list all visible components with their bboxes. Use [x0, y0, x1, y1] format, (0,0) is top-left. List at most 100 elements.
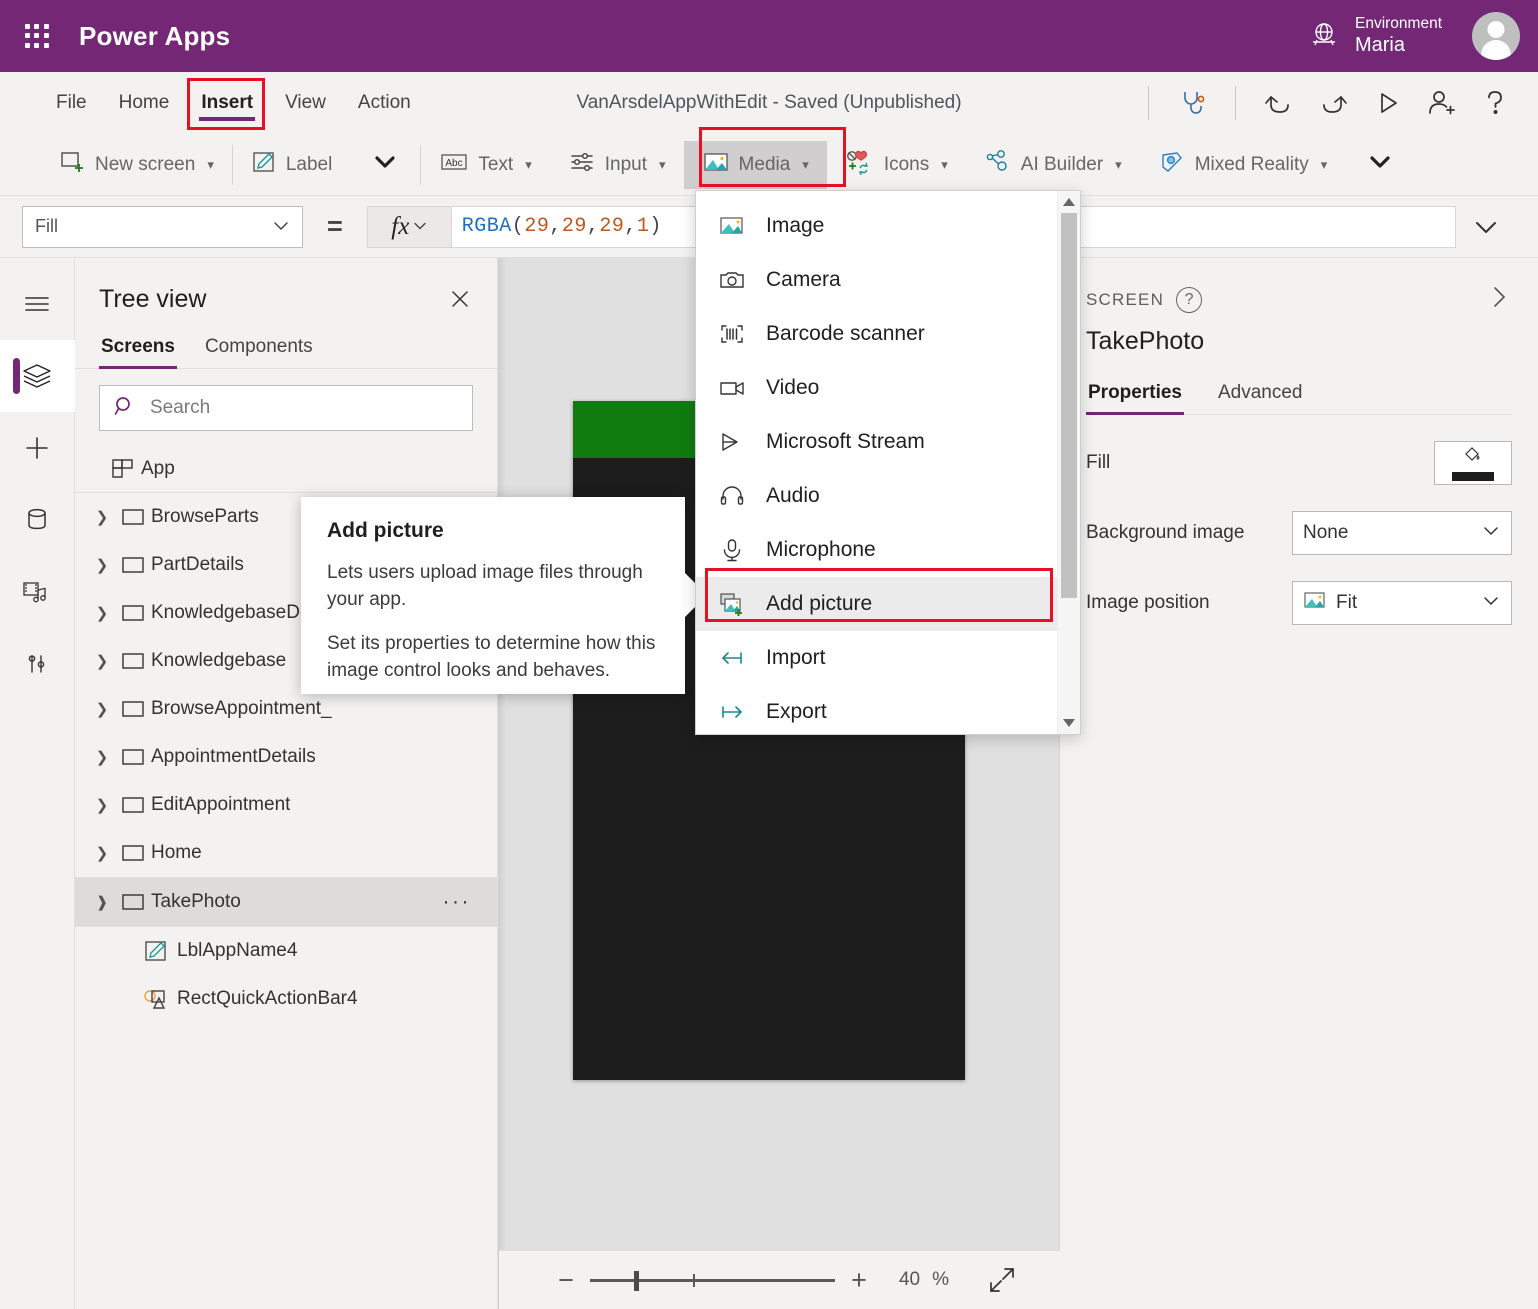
scroll-up-arrow-icon[interactable] — [1058, 191, 1080, 213]
chevron-right-icon[interactable]: ❯ — [89, 748, 115, 766]
chevron-right-icon[interactable]: ❯ — [89, 556, 115, 574]
menu-item-label: Audio — [766, 484, 820, 507]
add-picture-icon — [718, 592, 746, 616]
menu-item-microsoft-stream[interactable]: Microsoft Stream — [696, 415, 1057, 469]
background-image-select[interactable]: None — [1292, 511, 1512, 555]
advanced-tools-icon[interactable] — [0, 628, 75, 700]
user-avatar-icon[interactable] — [1472, 12, 1520, 60]
properties-panel: SCREEN ? TakePhoto Properties Advanced F… — [1060, 258, 1538, 1309]
menu-item-image[interactable]: Image — [696, 199, 1057, 253]
chevron-right-icon[interactable]: ❯ — [89, 844, 115, 862]
menu-tab-action[interactable]: Action — [342, 83, 427, 123]
ribbon-label-more-button[interactable] — [350, 141, 420, 189]
tree-row-appointmentdetails[interactable]: ❯ AppointmentDetails — [75, 733, 497, 781]
ribbon-ai-builder-button[interactable]: AI Builder ▾ — [966, 141, 1140, 189]
waffle-grid-icon[interactable] — [22, 21, 52, 51]
formula-arg-1: 29 — [561, 215, 587, 238]
menu-item-video[interactable]: Video — [696, 361, 1057, 415]
chevron-right-icon[interactable] — [1486, 284, 1512, 315]
scrollbar-thumb[interactable] — [1061, 213, 1077, 598]
zoom-in-button[interactable]: + — [835, 1265, 883, 1296]
menu-tab-insert[interactable]: Insert — [185, 83, 269, 123]
redo-icon[interactable] — [1306, 81, 1360, 125]
fill-color-picker[interactable] — [1434, 441, 1512, 485]
audio-headphones-icon — [718, 485, 746, 507]
environment-selector[interactable]: Environment Maria — [1307, 14, 1442, 58]
ribbon-media-label: Media — [738, 153, 791, 175]
preview-play-icon[interactable] — [1360, 81, 1414, 125]
undo-icon[interactable] — [1252, 81, 1306, 125]
menu-item-import[interactable]: Import — [696, 631, 1057, 685]
background-image-value: None — [1303, 522, 1349, 543]
ribbon-mixed-reality-button[interactable]: Mixed Reality ▾ — [1140, 141, 1346, 189]
close-x-icon[interactable] — [445, 284, 475, 314]
ribbon-media-button[interactable]: Media ▾ — [683, 140, 827, 189]
menu-item-add-picture[interactable]: Add picture — [696, 577, 1057, 631]
tree-row-overflow-button[interactable]: ··· — [443, 890, 483, 914]
command-bar: File Home Insert View Action VanArsdelAp… — [0, 72, 1538, 134]
zoom-slider-thumb[interactable] — [633, 1271, 639, 1291]
camera-icon — [718, 269, 746, 291]
help-question-icon[interactable] — [1468, 81, 1522, 125]
search-input[interactable] — [148, 396, 460, 420]
tab-properties[interactable]: Properties — [1086, 378, 1184, 415]
media-library-icon[interactable] — [0, 556, 75, 628]
share-add-user-icon[interactable] — [1414, 81, 1468, 125]
ribbon-label-button[interactable]: Label — [233, 141, 351, 189]
menu-tab-view[interactable]: View — [269, 83, 342, 123]
formula-expand-button[interactable] — [1456, 217, 1516, 237]
tree-view-title: Tree view — [99, 284, 207, 313]
tree-view-layers-icon[interactable] — [0, 340, 75, 412]
chevron-down-icon — [1481, 592, 1501, 614]
chevron-down-icon[interactable]: ❱ — [89, 893, 115, 911]
tree-row-rectquickactionbar4[interactable]: RectQuickActionBar4 — [75, 975, 497, 1023]
fx-button[interactable]: fx — [366, 205, 452, 248]
menu-tab-home[interactable]: Home — [103, 83, 186, 123]
image-position-select[interactable]: Fit — [1292, 581, 1512, 625]
search-box[interactable] — [99, 385, 473, 431]
menu-item-barcode-scanner[interactable]: Barcode scanner — [696, 307, 1057, 361]
scroll-down-arrow-icon[interactable] — [1058, 712, 1080, 734]
fit-screen-expand-icon[interactable] — [987, 1265, 1017, 1295]
screen-icon — [115, 555, 151, 575]
ribbon-icons-button[interactable]: Icons ▾ — [827, 141, 966, 189]
menu-tab-file[interactable]: File — [40, 83, 103, 123]
chevron-down-icon: ▾ — [941, 156, 948, 172]
menu-item-microphone[interactable]: Microphone — [696, 523, 1057, 577]
insert-plus-icon[interactable] — [0, 412, 75, 484]
tab-components[interactable]: Components — [203, 332, 315, 368]
app-checker-icon[interactable] — [1165, 81, 1219, 125]
tab-advanced[interactable]: Advanced — [1216, 378, 1305, 414]
ribbon-new-screen-button[interactable]: New screen ▾ — [40, 141, 232, 189]
ribbon-input-button[interactable]: Input ▾ — [550, 141, 684, 189]
property-selector[interactable]: Fill — [22, 205, 303, 248]
tree-row-editappointment[interactable]: ❯ EditAppointment — [75, 781, 497, 829]
search-magnifier-icon — [112, 394, 136, 423]
menu-item-camera[interactable]: Camera — [696, 253, 1057, 307]
chevron-right-icon[interactable]: ❯ — [89, 700, 115, 718]
menu-item-label: Camera — [766, 268, 841, 291]
chevron-right-icon[interactable]: ❯ — [89, 652, 115, 670]
menu-item-export[interactable]: Export — [696, 685, 1057, 739]
tab-screens[interactable]: Screens — [99, 332, 177, 369]
tree-row-home[interactable]: ❯ Home — [75, 829, 497, 877]
menu-item-label: Import — [766, 646, 826, 669]
chevron-right-icon[interactable]: ❯ — [89, 796, 115, 814]
ribbon-overflow-button[interactable] — [1345, 141, 1415, 189]
zoom-slider[interactable] — [589, 1269, 835, 1291]
chevron-right-icon[interactable]: ❯ — [89, 508, 115, 526]
help-circle-icon[interactable]: ? — [1176, 286, 1203, 313]
tree-row-label: AppointmentDetails — [151, 746, 316, 767]
chevron-right-icon[interactable]: ❯ — [89, 604, 115, 622]
tree-row-lblappname4[interactable]: LblAppName4 — [75, 927, 497, 975]
menu-item-audio[interactable]: Audio — [696, 469, 1057, 523]
zoom-out-button[interactable]: − — [542, 1265, 590, 1296]
media-dropdown-scrollbar[interactable] — [1057, 191, 1080, 734]
tree-row-app[interactable]: App — [75, 445, 497, 493]
ribbon-ai-builder-label: AI Builder — [1020, 153, 1104, 175]
tree-row-takephoto[interactable]: ❱ TakePhoto ··· — [75, 878, 497, 926]
shapes-control-icon — [135, 986, 177, 1012]
ribbon-text-button[interactable]: Abc Text ▾ — [421, 141, 549, 189]
hamburger-menu-icon[interactable] — [0, 268, 75, 340]
data-cylinder-icon[interactable] — [0, 484, 75, 556]
